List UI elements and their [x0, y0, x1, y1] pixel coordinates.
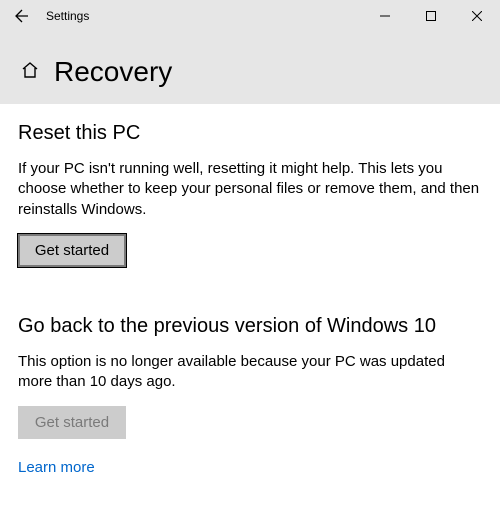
back-button[interactable]	[0, 0, 44, 32]
titlebar: Settings	[0, 0, 500, 32]
reset-get-started-button[interactable]: Get started	[18, 234, 126, 267]
maximize-icon	[426, 11, 436, 21]
go-back-heading: Go back to the previous version of Windo…	[18, 315, 482, 338]
settings-window: Settings Recovery	[0, 0, 500, 511]
go-back-get-started-button: Get started	[18, 406, 126, 439]
maximize-button[interactable]	[408, 0, 454, 32]
reset-pc-section: Reset this PC If your PC isn't running w…	[18, 122, 482, 267]
learn-more-link[interactable]: Learn more	[18, 459, 95, 476]
back-arrow-icon	[14, 8, 30, 24]
go-back-section: Go back to the previous version of Windo…	[18, 315, 482, 478]
minimize-icon	[380, 11, 390, 21]
close-button[interactable]	[454, 0, 500, 32]
reset-pc-description: If your PC isn't running well, resetting…	[18, 159, 482, 220]
home-icon[interactable]	[20, 60, 40, 85]
go-back-description: This option is no longer available becau…	[18, 352, 482, 393]
window-title: Settings	[44, 9, 89, 23]
page-header: Recovery	[0, 32, 500, 104]
page-title: Recovery	[54, 56, 172, 88]
minimize-button[interactable]	[362, 0, 408, 32]
reset-pc-heading: Reset this PC	[18, 122, 482, 145]
content-area: Reset this PC If your PC isn't running w…	[0, 104, 500, 511]
close-icon	[472, 11, 482, 21]
window-controls	[362, 0, 500, 32]
